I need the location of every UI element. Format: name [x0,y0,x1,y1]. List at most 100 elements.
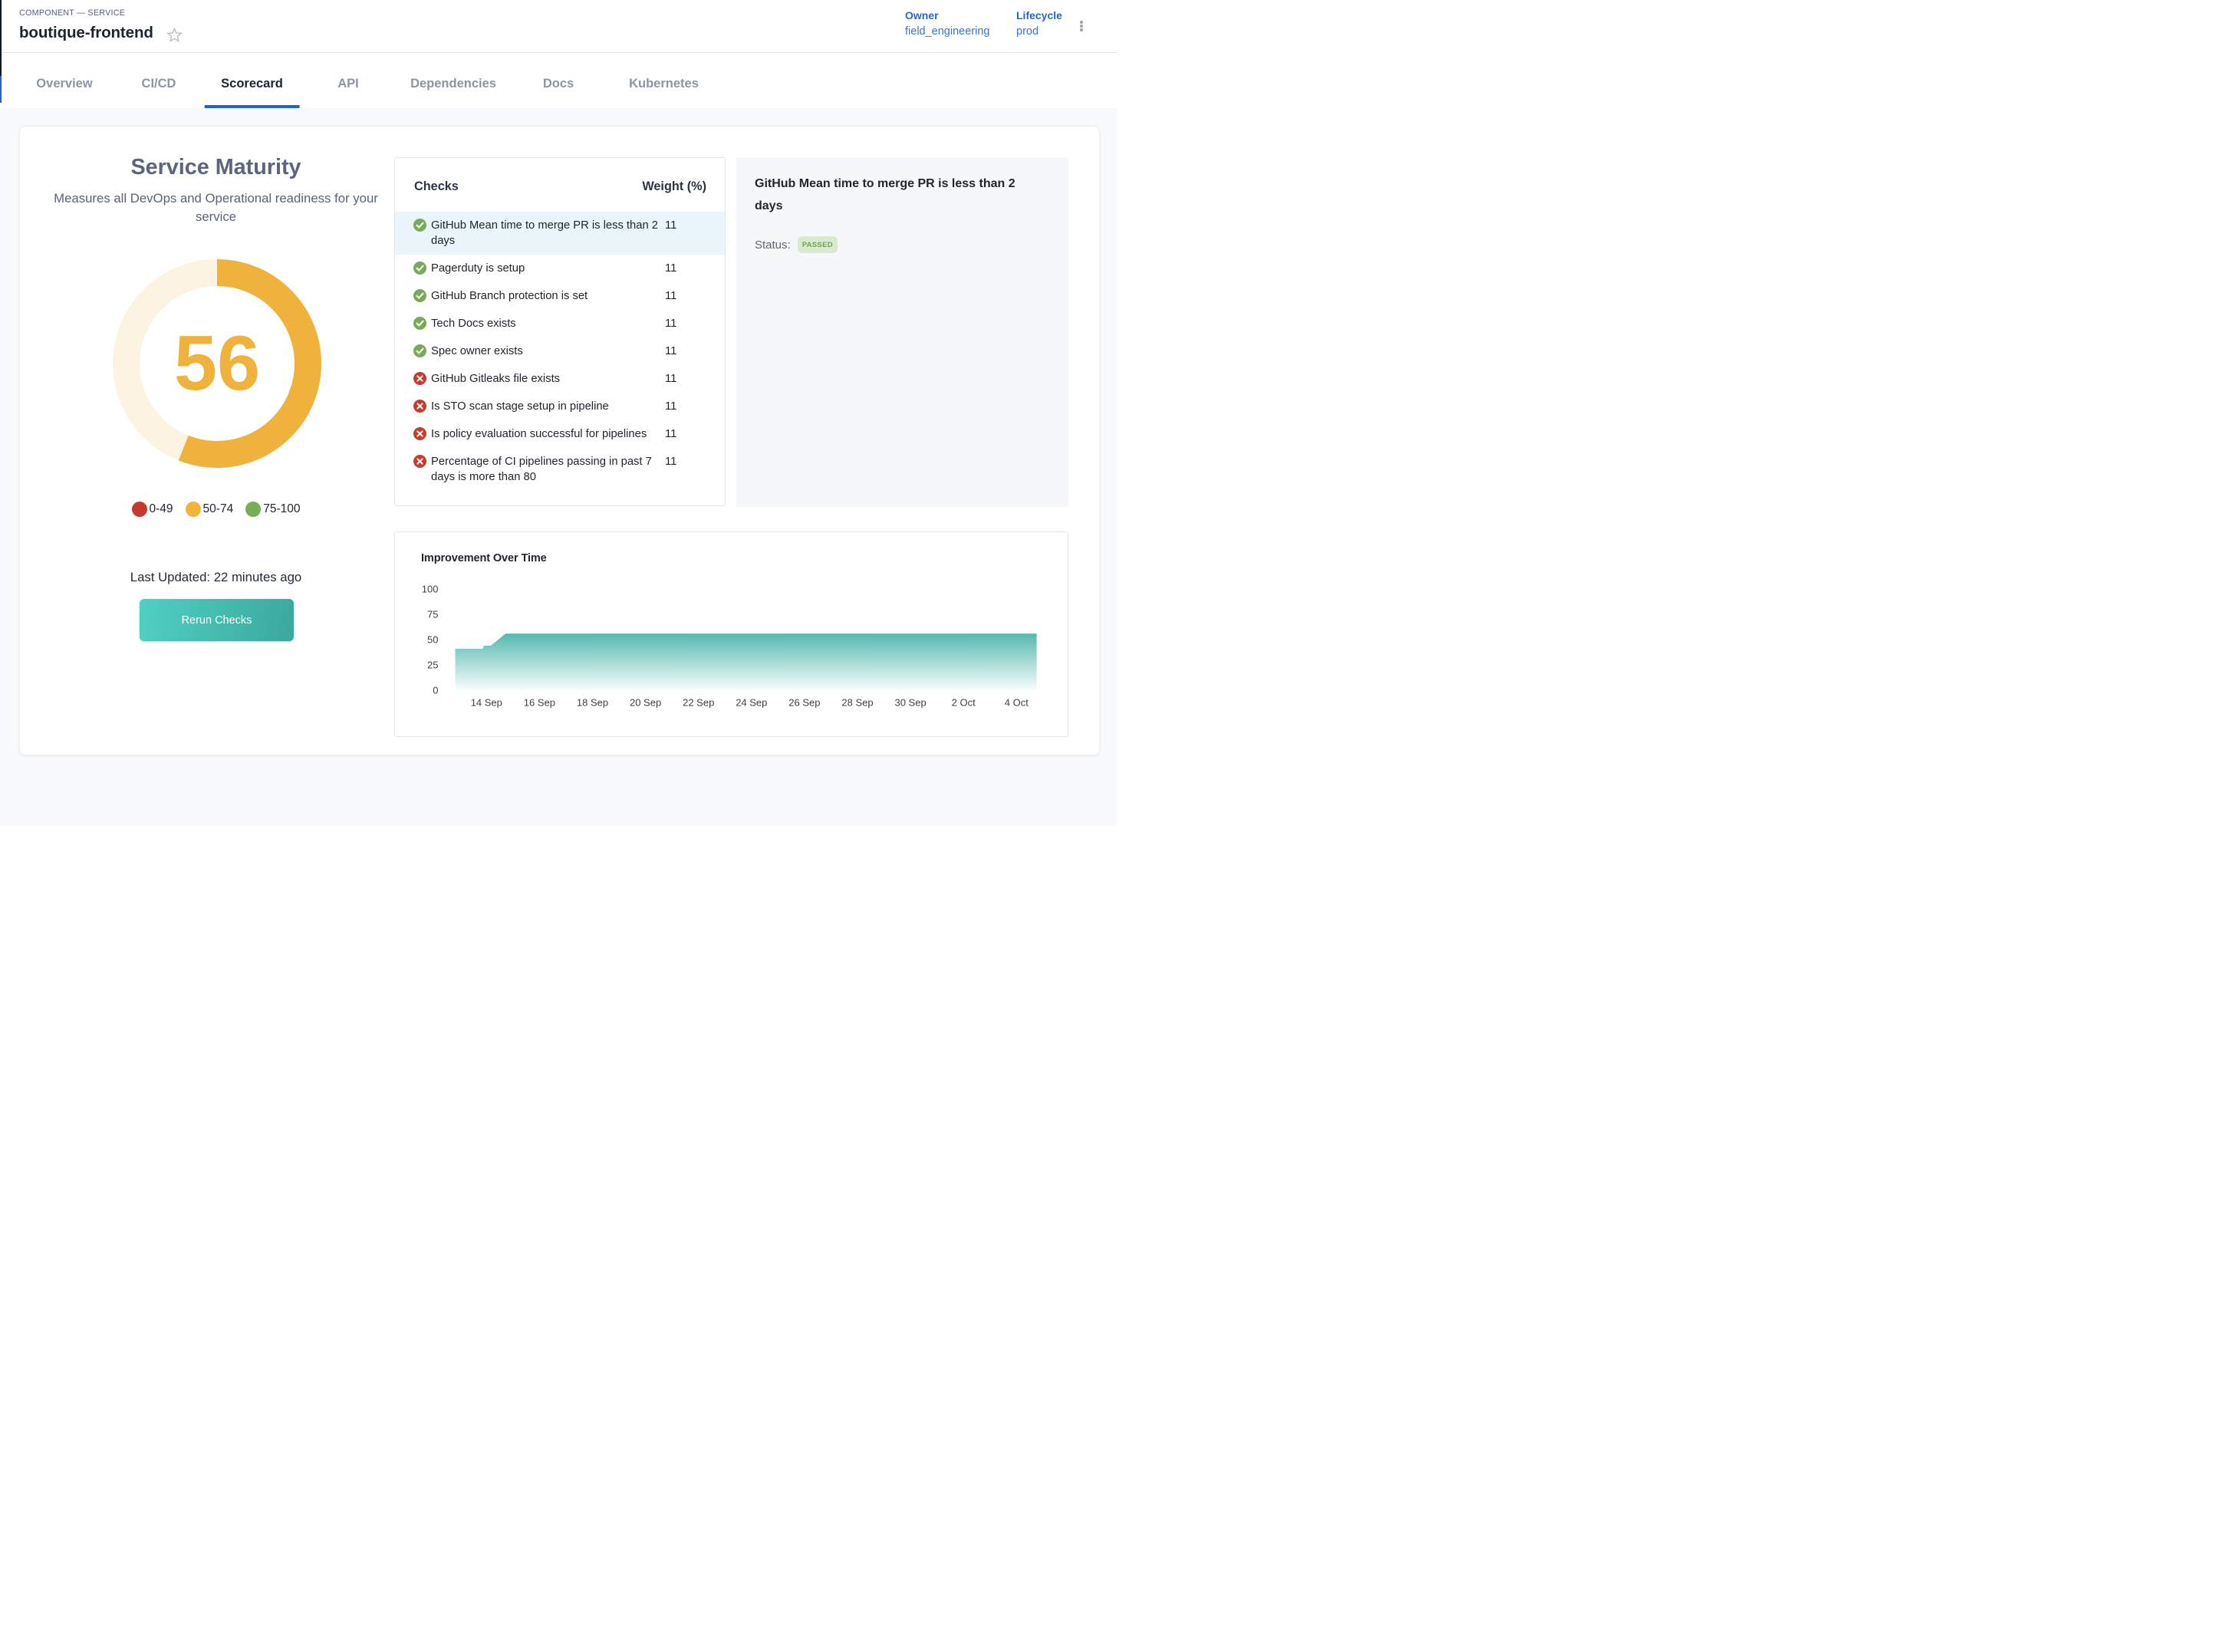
check-row-weight: 11 [665,371,676,387]
owner-link[interactable]: field_engineering [905,25,989,38]
check-row-label: Tech Docs exists [431,316,665,331]
check-failed-icon [413,372,426,385]
maturity-gauge: 56 [94,240,341,487]
x-axis-label: 20 Sep [630,697,661,709]
check-row-label: Pagerduty is setup [431,261,665,276]
favorite-star-icon[interactable] [166,27,183,43]
lifecycle-label: Lifecycle [1016,8,1062,23]
check-detail-panel: GitHub Mean time to merge PR is less tha… [736,157,1068,507]
check-row-weight: 11 [665,261,676,276]
x-axis-label: 14 Sep [471,697,502,709]
entity-tabbar: Overview CI/CDScorecard API DependenciesDoc… [0,53,1118,108]
check-failed-icon [413,427,426,440]
check-row-weight: 11 [665,454,676,469]
check-row-weight: 11 [665,426,676,442]
y-axis-label: 100 [422,584,439,595]
legend-dot-icon [132,502,147,517]
legend-dot-icon [186,502,201,517]
app-header: COMPONENT — SERVICE boutique-frontend Ow… [0,0,1118,53]
weight-column-header: Weight (%) [642,179,706,194]
scorecard-subtitle: Measures all DevOps and Operational read… [45,189,387,226]
x-axis-label: 26 Sep [788,697,820,709]
entity-kind-breadcrumb: COMPONENT — SERVICE [19,8,125,18]
check-passed-icon [413,289,426,302]
rerun-checks-button[interactable]: Rerun Checks [140,599,294,641]
check-row-label: GitHub Mean time to merge PR is less tha… [431,218,665,248]
improvement-panel: Improvement Over Time 025507510014 Sep16… [394,531,1068,737]
y-axis-label: 75 [427,609,438,620]
tab-kubernetes[interactable]: Kubernetes [612,53,716,108]
y-axis-label: 0 [433,685,438,696]
status-row: Status: PASSED [755,236,838,253]
legend-item: 0-49 [132,502,173,517]
area-series [456,633,1037,690]
tab-docs[interactable]: Docs [526,53,591,108]
tab-ci-cd[interactable]: CI/CD [125,53,193,108]
check-row-weight: 11 [665,344,676,359]
check-row[interactable]: Is STO scan stage setup in pipeline11 [395,393,725,420]
checks-column-header: Checks [414,179,459,194]
legend-dot-icon [245,502,261,517]
check-row-weight: 11 [665,218,676,233]
x-axis-label: 4 Oct [1005,697,1029,709]
gauge-legend: 0-49 50-74 75-100 [43,502,389,517]
check-row-label: Is STO scan stage setup in pipeline [431,399,665,414]
check-row[interactable]: Percentage of CI pipelines passing in pa… [395,448,725,491]
check-row[interactable]: Tech Docs exists11 [395,310,725,337]
legend-label: 75-100 [263,502,300,516]
check-failed-icon [413,455,426,468]
legend-label: 0-49 [150,502,173,516]
check-row-weight: 11 [665,399,676,414]
sidenav-edge-dark [0,0,2,76]
check-row[interactable]: GitHub Branch protection is set11 [395,282,725,310]
scorecard-title: Service Maturity [43,155,389,180]
x-axis-label: 16 Sep [524,697,555,709]
tab-dependencies[interactable]: Dependencies [393,53,513,108]
x-axis-label: 28 Sep [841,697,873,709]
last-updated-text: Last Updated: 22 minutes ago [43,570,389,585]
check-row-label: GitHub Branch protection is set [431,288,665,304]
x-axis-label: 24 Sep [736,697,767,709]
y-axis-label: 50 [427,634,438,646]
owner-meta: Owner field_engineering [905,8,989,41]
legend-item: 50-74 [186,502,234,517]
check-row[interactable]: Spec owner exists11 [395,337,725,365]
check-passed-icon [413,262,426,275]
status-badge: PASSED [798,236,838,253]
tab-scorecard[interactable]: Scorecard [204,53,300,108]
legend-item: 75-100 [245,502,300,517]
check-row-label: Is policy evaluation successful for pipe… [431,426,665,442]
check-row[interactable]: Is policy evaluation successful for pipe… [395,420,725,448]
check-row[interactable]: GitHub Gitleaks file exists11 [395,365,725,393]
owner-label: Owner [905,8,989,23]
check-row-weight: 11 [665,316,676,331]
checks-panel-header: Checks Weight (%) [414,179,706,194]
more-options-kebab-icon[interactable] [1077,19,1086,35]
improvement-area-chart: 025507510014 Sep16 Sep18 Sep20 Sep22 Sep… [395,532,1068,736]
check-failed-icon [413,400,426,413]
check-row-label: GitHub Gitleaks file exists [431,371,665,387]
lifecycle-value[interactable]: prod [1016,25,1039,38]
check-row-label: Percentage of CI pipelines passing in pa… [431,454,665,485]
scorecard-card: Service Maturity Measures all DevOps and… [19,126,1100,755]
scorecard-page: Service Maturity Measures all DevOps and… [0,108,1118,826]
x-axis-label: 2 Oct [952,697,976,709]
check-passed-icon [413,317,426,330]
x-axis-label: 22 Sep [683,697,714,709]
tab-api[interactable]: API [321,53,376,108]
lifecycle-meta: Lifecycle prod [1016,8,1062,41]
tab-overview[interactable]: Overview [19,53,109,108]
check-row-label: Spec owner exists [431,344,665,359]
check-passed-icon [413,344,426,357]
check-detail-title: GitHub Mean time to merge PR is less tha… [755,173,1022,217]
check-row[interactable]: Pagerduty is setup11 [395,255,725,282]
check-row-weight: 11 [665,288,676,304]
sidenav-edge-blue [0,76,2,103]
legend-label: 50-74 [203,502,234,516]
checks-panel: Checks Weight (%) GitHub Mean time to me… [394,157,726,506]
y-axis-label: 25 [427,660,438,671]
x-axis-label: 30 Sep [894,697,926,709]
maturity-score: 56 [94,325,341,402]
page-title: boutique-frontend [19,24,153,42]
check-row[interactable]: GitHub Mean time to merge PR is less tha… [395,212,725,255]
